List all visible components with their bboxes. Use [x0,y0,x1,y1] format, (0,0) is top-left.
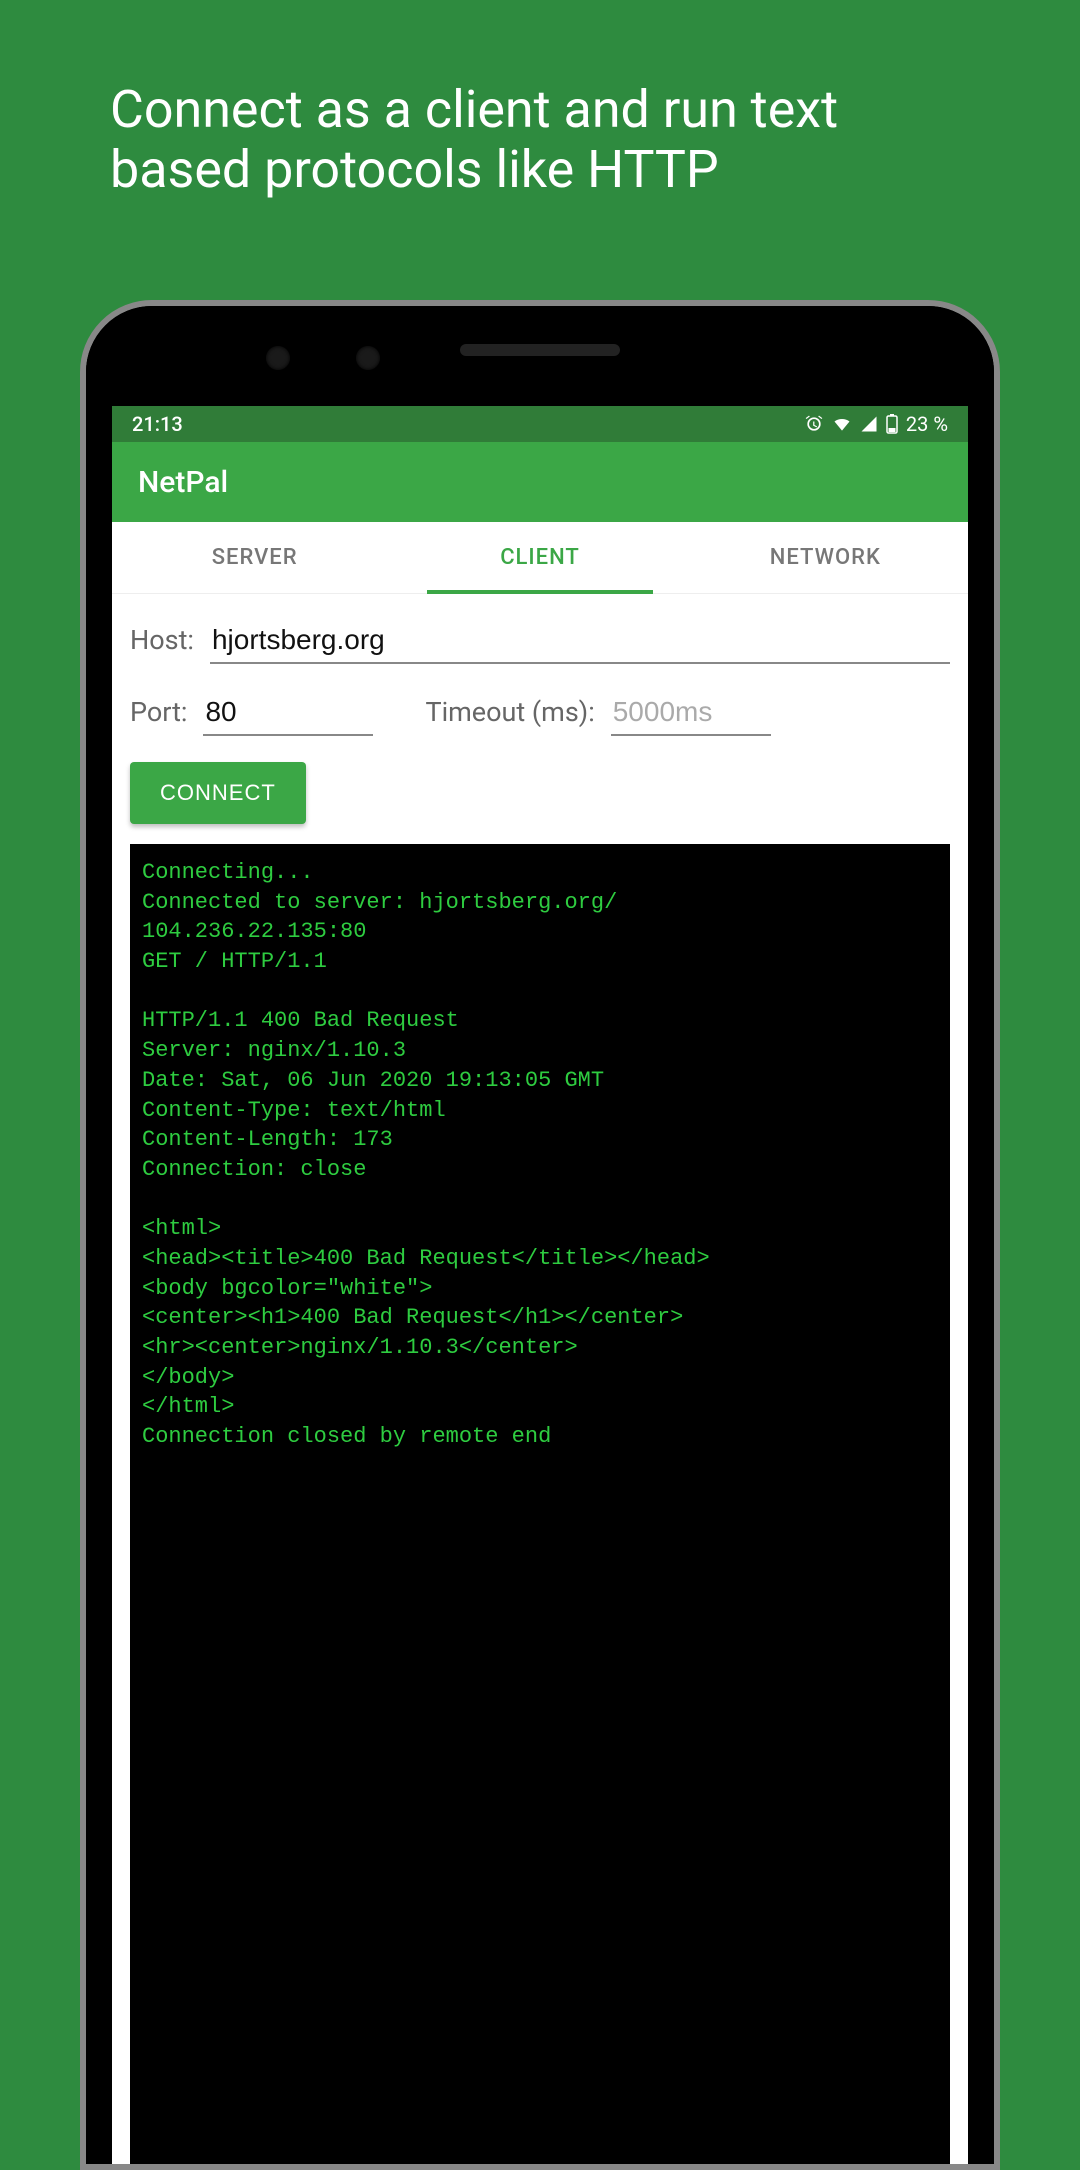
promo-heading: Connect as a client and run text based p… [0,0,1080,200]
port-input[interactable] [203,690,373,736]
tab-bar: SERVER CLIENT NETWORK [112,522,968,594]
status-bar: 21:13 23 % [112,406,968,442]
app-bar: NetPal [112,442,968,522]
tab-network[interactable]: NETWORK [683,522,968,593]
alarm-icon [804,414,824,434]
wifi-icon [832,414,852,434]
phone-notch [86,306,994,404]
battery-percent: 23 % [906,412,948,436]
timeout-input[interactable] [611,690,771,736]
tab-label: NETWORK [770,545,881,570]
timeout-label: Timeout (ms): [425,696,594,728]
signal-icon [860,415,878,433]
tab-label: CLIENT [500,545,580,570]
tab-label: SERVER [212,545,298,570]
port-label: Port: [130,696,187,728]
battery-icon [886,414,898,434]
host-label: Host: [130,624,194,656]
app-title: NetPal [138,465,228,500]
tab-client[interactable]: CLIENT [397,522,682,593]
app-screen: 21:13 23 % [112,406,968,2164]
phone-side-button [996,936,1000,996]
phone-frame: 21:13 23 % [80,300,1000,2170]
status-time: 21:13 [132,412,183,436]
client-panel: Host: Port: Timeout (ms): CONNECT Connec… [112,594,968,2164]
terminal-output[interactable]: Connecting... Connected to server: hjort… [130,844,950,2164]
host-input[interactable] [210,618,950,664]
connect-button[interactable]: CONNECT [130,762,306,824]
tab-server[interactable]: SERVER [112,522,397,593]
phone-side-button [996,1086,1000,1326]
